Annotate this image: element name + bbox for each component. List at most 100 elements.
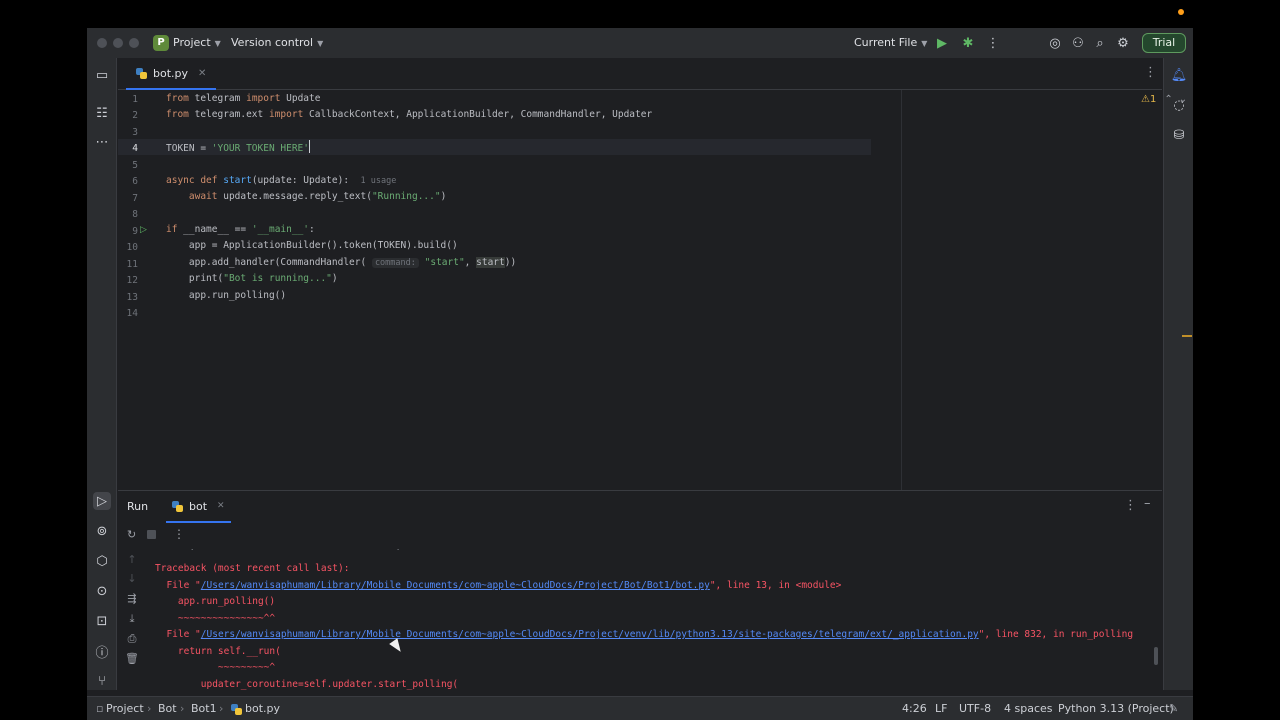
line-number: 14 bbox=[126, 308, 138, 319]
add-user-icon[interactable]: ⚇ bbox=[1069, 34, 1087, 52]
trash-icon[interactable]: 🗑︎ bbox=[125, 652, 139, 666]
more-tools-icon[interactable]: ⋯ bbox=[93, 133, 111, 151]
more-actions-icon[interactable]: ⋮ bbox=[984, 34, 1002, 52]
stop-icon[interactable] bbox=[147, 530, 156, 539]
breadcrumb-bot[interactable]: Bot bbox=[158, 702, 177, 715]
console-scrollbar[interactable] bbox=[1154, 647, 1158, 665]
code-line-4: TOKEN = 'YOUR TOKEN HERE' bbox=[166, 140, 310, 156]
chevron-down-icon[interactable]: ⌄ bbox=[1179, 94, 1187, 105]
scrollbar-warning-marker[interactable] bbox=[1182, 335, 1192, 337]
tab-options-icon[interactable]: ⋮ bbox=[1144, 65, 1157, 80]
line-number: 10 bbox=[126, 242, 138, 253]
file-link[interactable]: /Users/wanvisaphumam/Library/Mobile Docu… bbox=[201, 629, 979, 640]
run-panel-title: Run bbox=[127, 500, 149, 513]
line-number: 3 bbox=[132, 127, 138, 138]
line-number: 7 bbox=[132, 193, 138, 204]
gear-icon[interactable]: ⚙ bbox=[1114, 34, 1132, 52]
rerun-icon[interactable]: ↻ bbox=[127, 528, 136, 541]
console-output[interactable]: . . Traceback (most recent call last): F… bbox=[146, 549, 1162, 691]
console-line: ~~~~~~~~~^ bbox=[217, 662, 276, 673]
code-editor[interactable]: 1 2 3 4 5 6 7 8 9 10 11 12 13 14 ▷ from … bbox=[118, 90, 1192, 490]
tab-bot-py[interactable]: bot.py ✕ bbox=[126, 58, 217, 90]
console-line: Traceback (most recent call last): bbox=[155, 563, 350, 574]
git-icon[interactable]: ⑂ bbox=[93, 672, 111, 690]
database-icon[interactable]: ⛁ bbox=[1170, 126, 1188, 144]
search-icon[interactable]: ⌕ bbox=[1091, 34, 1109, 52]
line-number: 2 bbox=[132, 110, 138, 121]
line-number: 1 bbox=[132, 94, 138, 105]
project-badge: P bbox=[153, 35, 169, 51]
usage-hint[interactable]: 1 usage bbox=[361, 176, 397, 186]
version-control-menu[interactable]: Version control ▼ bbox=[231, 36, 323, 49]
chevron-up-icon[interactable]: ⌃ bbox=[1164, 94, 1172, 105]
code-line-13: app.run_polling() bbox=[188, 290, 287, 301]
console-line: return self.__run( bbox=[177, 646, 281, 657]
run-tool-icon[interactable]: ▷ bbox=[93, 492, 111, 510]
code-line-2: from telegram.ext import CallbackContext… bbox=[166, 109, 653, 120]
chevron-down-icon: ▼ bbox=[317, 39, 324, 48]
file-encoding[interactable]: UTF-8 bbox=[959, 702, 991, 715]
debug-icon[interactable]: ✱ bbox=[959, 34, 977, 52]
arrow-down-icon[interactable]: ↓ bbox=[125, 572, 139, 586]
console-line: File "/Users/wanvisaphumam/Library/Mobil… bbox=[166, 580, 842, 591]
file-link[interactable]: /Users/wanvisaphumam/Library/Mobile Docu… bbox=[201, 580, 710, 591]
run-icon[interactable]: ▶ bbox=[933, 34, 951, 52]
inspection-widget[interactable]: ⚠1 ⌃ ⌄ bbox=[1141, 94, 1187, 105]
console-side-toolbar: ↑ ↓ ⇶ ⤓ ⎙ 🗑︎ bbox=[118, 549, 146, 691]
python-packages-icon[interactable]: ⬡ bbox=[93, 552, 111, 570]
ai-assistant-icon[interactable]: ◎ bbox=[1046, 34, 1064, 52]
trial-button[interactable]: Trial bbox=[1142, 33, 1186, 53]
edit-icon[interactable]: ✎ bbox=[1169, 702, 1178, 715]
code-line-11: app.add_handler(CommandHandler( command:… bbox=[188, 257, 517, 268]
run-config-label: Current File bbox=[854, 36, 918, 49]
run-config-dropdown[interactable]: Current File ▼ bbox=[854, 36, 927, 49]
text-caret bbox=[309, 140, 310, 153]
run-tool-window: Run bot ✕ ⋮ – ↻ ⋮ ↑ ↓ ⇶ ⤓ ⎙ 🗑︎ . bbox=[118, 490, 1162, 690]
breadcrumb-project[interactable]: Project bbox=[106, 702, 144, 715]
run-gutter-icon[interactable]: ▷ bbox=[140, 225, 147, 235]
window-minimize-button[interactable] bbox=[113, 38, 123, 48]
arrow-up-icon[interactable]: ↑ bbox=[125, 553, 139, 567]
notification-dot bbox=[1178, 9, 1184, 15]
code-line-6: async def start(update: Update): 1 usage bbox=[166, 175, 397, 186]
indent-setting[interactable]: 4 spaces bbox=[1004, 702, 1053, 715]
python-file-icon bbox=[172, 500, 183, 512]
python-console-icon[interactable]: ⊚ bbox=[93, 522, 111, 540]
module-icon: ▫ bbox=[96, 702, 104, 715]
services-icon[interactable]: ⊙ bbox=[93, 582, 111, 600]
caret-position[interactable]: 4:26 bbox=[902, 702, 927, 715]
breadcrumb-file[interactable]: bot.py bbox=[245, 702, 280, 715]
python-file-icon bbox=[231, 704, 242, 715]
scroll-to-end-icon[interactable]: ⤓ bbox=[125, 612, 139, 626]
close-tab-icon[interactable]: ✕ bbox=[217, 501, 225, 511]
chevron-down-icon: ▼ bbox=[214, 39, 221, 48]
window-close-button[interactable] bbox=[97, 38, 107, 48]
problems-icon[interactable]: ⓘ bbox=[93, 642, 111, 661]
line-separator[interactable]: LF bbox=[935, 702, 947, 715]
parameter-hint: command: bbox=[371, 258, 419, 268]
window-zoom-button[interactable] bbox=[129, 38, 139, 48]
version-control-label: Version control bbox=[231, 36, 314, 49]
chevron-down-icon: ▼ bbox=[921, 39, 928, 48]
warning-icon: ⚠ bbox=[1141, 94, 1150, 105]
structure-icon[interactable]: ☷ bbox=[93, 104, 111, 122]
print-icon[interactable]: ⎙ bbox=[125, 632, 139, 646]
minimize-icon[interactable]: – bbox=[1144, 496, 1151, 511]
folder-icon[interactable]: ▭ bbox=[93, 66, 111, 84]
terminal-icon[interactable]: ⊡ bbox=[93, 612, 111, 630]
close-tab-icon[interactable]: ✕ bbox=[198, 68, 206, 79]
options-icon[interactable]: ⋮ bbox=[1124, 498, 1137, 513]
notifications-icon[interactable]: 🔔︎ bbox=[1170, 66, 1188, 84]
project-menu-label: Project bbox=[173, 36, 211, 49]
python-file-icon bbox=[136, 67, 147, 79]
project-menu[interactable]: Project ▼ bbox=[173, 36, 221, 49]
run-tab-bot[interactable]: bot ✕ bbox=[166, 491, 231, 523]
title-bar: P Project ▼ Version control ▼ Current File… bbox=[87, 28, 1193, 58]
code-line-10: app = ApplicationBuilder().token(TOKEN).… bbox=[188, 240, 458, 251]
code-line-7: await update.message.reply_text("Running… bbox=[188, 191, 447, 202]
breadcrumb-bot1[interactable]: Bot1 bbox=[191, 702, 217, 715]
more-icon[interactable]: ⋮ bbox=[173, 527, 185, 541]
soft-wrap-icon[interactable]: ⇶ bbox=[125, 592, 139, 606]
python-interpreter[interactable]: Python 3.13 (Project) bbox=[1058, 702, 1174, 715]
line-number: 11 bbox=[126, 259, 138, 270]
